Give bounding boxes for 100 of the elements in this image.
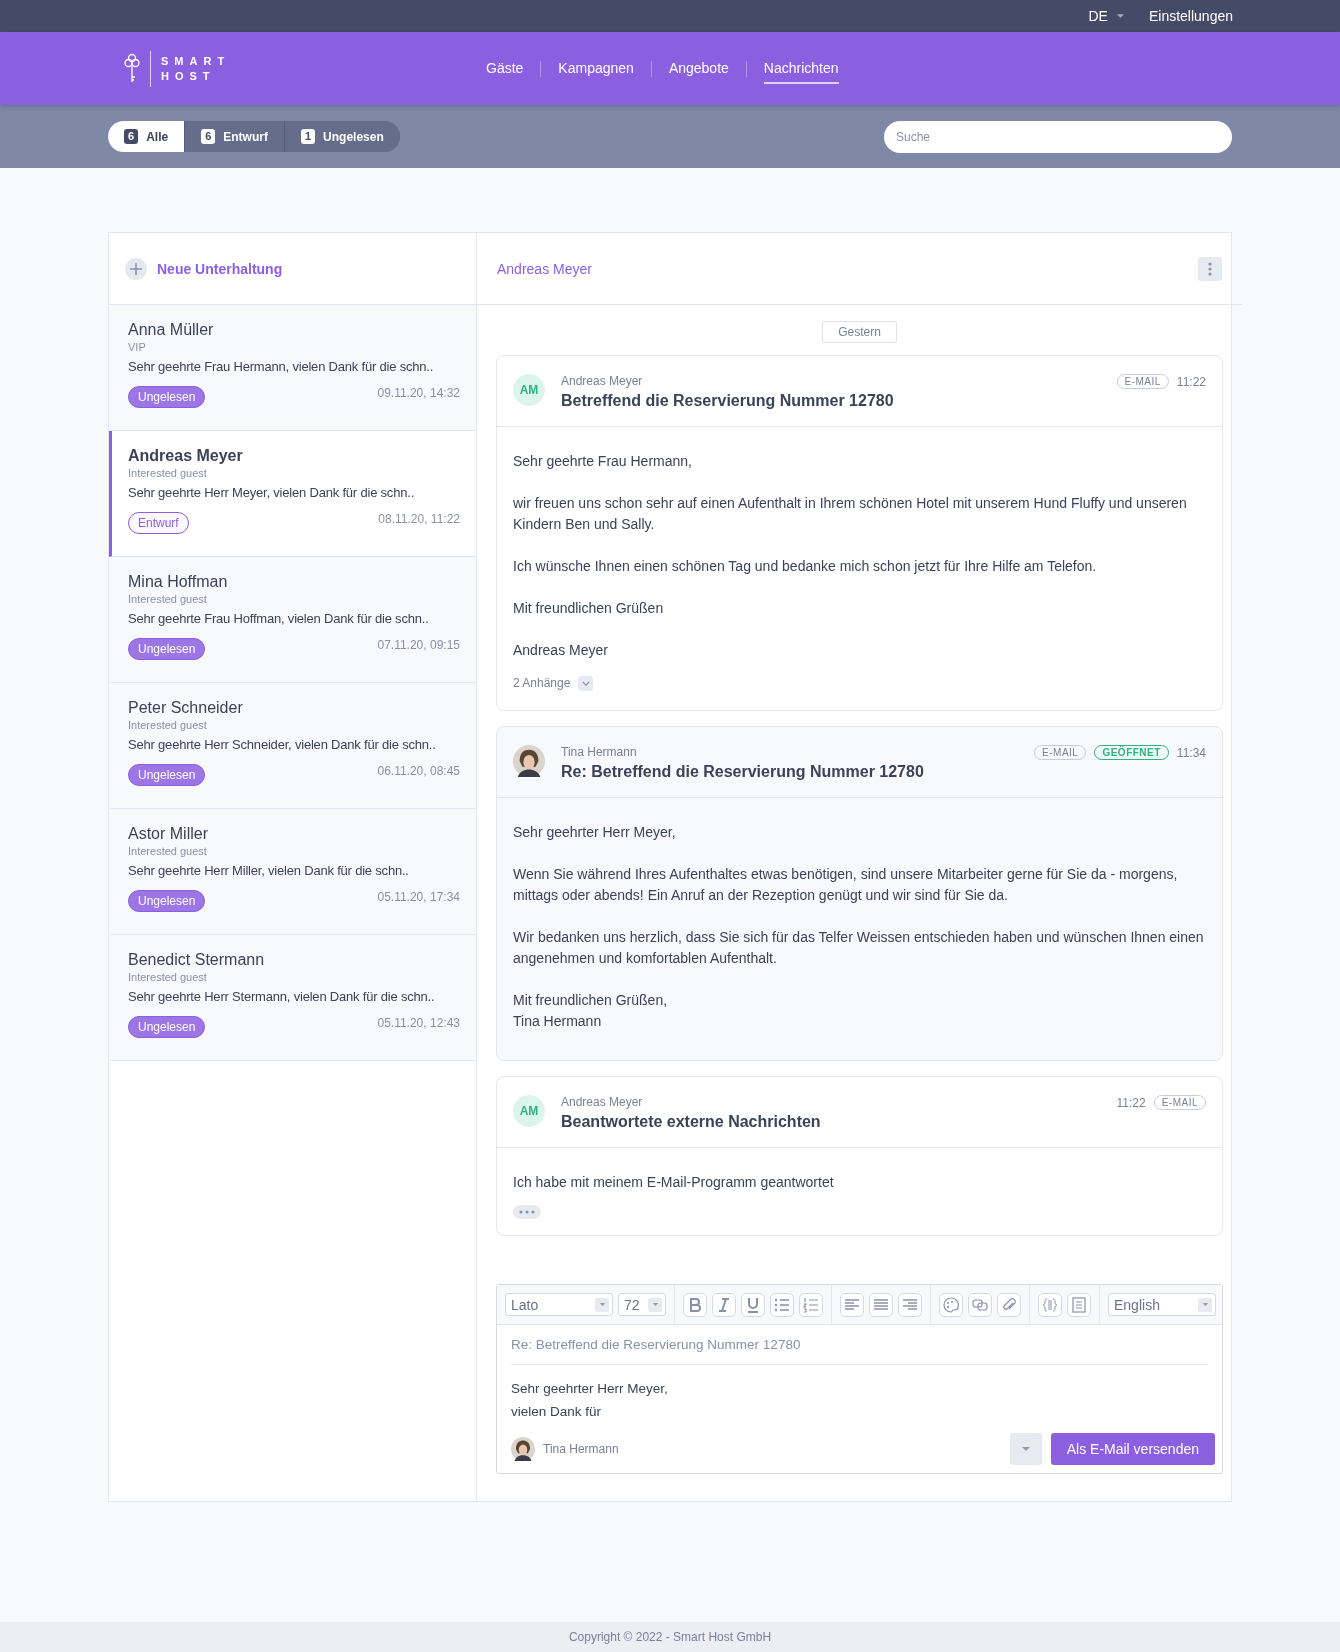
conversation-item[interactable]: Mina Hoffman Interested guest Sehr geehrte Frau Hoffman, vielen Dank für die schn.. Ungelesen 07.11.20, 09:15 [109, 557, 476, 683]
nav-tab[interactable]: Gäste [486, 53, 524, 84]
status-badge: Ungelesen [128, 638, 206, 660]
underline-icon[interactable] [741, 1292, 765, 1317]
new-conversation-link[interactable]: Neue Unterhaltung [157, 260, 283, 277]
message-paragraph: Sehr geehrte Frau Hermann, [513, 452, 693, 471]
key-icon [124, 52, 140, 85]
contact-name: Mina Hoffman [128, 573, 229, 591]
conversation-time: 09.11.20, 14:32 [377, 386, 460, 400]
contact-role: Interested guest [128, 467, 208, 479]
conversation-item[interactable]: Benedict Stermann Interested guest Sehr geehrte Herr Stermann, vielen Dank für die schn.. Ungelesen 05.11.20, 12:43 [109, 935, 476, 1061]
size-select[interactable]: 72 [618, 1293, 666, 1316]
language-dropdown[interactable]: DE [1088, 8, 1125, 24]
horizontal-dots-icon [518, 1210, 536, 1214]
message-paragraph: Ich wünsche Ihnen einen schönen Tag und bedanke mich schon jetzt für Ihre Hilfe am Telefon. [513, 557, 1098, 576]
attachments-label: 2 Anhänge [513, 675, 571, 692]
braces-icon[interactable] [1038, 1292, 1062, 1317]
palette-icon[interactable] [939, 1292, 963, 1317]
message-paragraph: wir freuen uns schon sehr auf einen Aufenthalt in Ihrem schönen Hotel mit unserem Hund Fluffy und unseren Kindern Ben und Sally. [513, 494, 1188, 534]
message-subject: Re: Betreffend die Reservierung Nummer 12780 [561, 763, 925, 781]
message-preview: Sehr geehrte Frau Hermann, vielen Dank für die schn.. [128, 359, 435, 374]
caret-icon [598, 1302, 606, 1307]
filter-tab[interactable]: 6 Alle [108, 121, 185, 152]
vertical-dots-icon [1208, 261, 1212, 276]
align-left-icon[interactable] [840, 1292, 864, 1317]
conversation-item[interactable]: Andreas Meyer Interested guest Sehr geehrte Herr Meyer, vielen Dank für die schn.. Entwurf 08.11.20, 11:22 [109, 431, 476, 557]
message-preview: Sehr geehrte Herr Stermann, vielen Dank für die schn.. [128, 989, 436, 1004]
expand-button[interactable] [578, 676, 594, 691]
thread-title: Andreas Meyer [497, 260, 592, 277]
contact-name: Peter Schneider [128, 699, 244, 717]
contact-name: Andreas Meyer [128, 447, 244, 465]
avatar: AM [513, 374, 545, 406]
plus-icon[interactable] [125, 257, 147, 280]
conversation-time: 07.11.20, 09:15 [377, 638, 460, 652]
caret-icon [1201, 1302, 1209, 1307]
status-badge: Ungelesen [128, 386, 206, 408]
message-preview: Sehr geehrte Herr Miller, vielen Dank für die schn.. [128, 863, 410, 878]
message-time: 11:22 [1176, 374, 1206, 389]
contact-role: Interested guest [128, 719, 208, 731]
align-right-icon[interactable] [898, 1292, 922, 1317]
message-paragraph: Wir bedanken uns herzlich, dass Sie sich für das Telfer Weissen entschieden haben und wünschen Ihnen einen angenehmen und komfortablen Aufenthalt. [513, 928, 1205, 968]
sender-name: Andreas Meyer [561, 374, 644, 388]
document-icon[interactable] [1067, 1292, 1091, 1317]
caret-icon [651, 1302, 659, 1307]
align-justify-icon[interactable] [869, 1292, 893, 1317]
conversation-time: 06.11.20, 08:45 [377, 764, 460, 778]
message-paragraph: Mit freundlichen Grüßen, Tina Hermann [513, 991, 669, 1031]
nav-tab[interactable]: Kampagnen [558, 53, 634, 84]
conversation-item[interactable]: Peter Schneider Interested guest Sehr geehrte Herr Schneider, vielen Dank für die schn.. Ungelesen 06.11.20, 08:45 [109, 683, 476, 809]
status-badge: Ungelesen [128, 1016, 206, 1038]
conversation-time: 05.11.20, 12:43 [377, 1016, 460, 1030]
status-badge: Entwurf [128, 512, 189, 534]
contact-name: Benedict Stermann [128, 951, 266, 969]
status-badge: Ungelesen [128, 764, 206, 786]
contact-role: Interested guest [128, 593, 208, 605]
conversation-item[interactable]: Anna Müller VIP Sehr geehrte Frau Hermann, vielen Dank für die schn.. Ungelesen 09.11.20, 14:32 [109, 305, 476, 431]
status-badge: GEÖFFNET [1094, 745, 1169, 760]
link-icon[interactable] [968, 1292, 992, 1317]
contact-role: Interested guest [128, 845, 208, 857]
message-paragraph: Wenn Sie während Ihres Aufenthaltes etwas benötigen, sind unsere Mitarbeiter gerne für Sie da - morgens, mittags oder abends! Ein Anruf an der Rezeption genügt und wir sind für Sie da. [513, 865, 1179, 905]
conversation-item[interactable]: Astor Miller Interested guest Sehr geehrte Herr Miller, vielen Dank für die schn.. Ungelesen 05.11.20, 17:34 [109, 809, 476, 935]
message-paragraph: Mit freundlichen Grüßen [513, 599, 665, 618]
message-time: 11:34 [1176, 745, 1206, 760]
language-select[interactable]: English [1108, 1293, 1216, 1316]
nav-tab[interactable]: Angebote [668, 53, 729, 84]
contact-role: Interested guest [128, 971, 208, 983]
copyright-text: Copyright © 2022 - Smart Host GmbH [568, 1630, 772, 1644]
message-subject: Betreffend die Reservierung Nummer 12780 [561, 392, 895, 410]
conversation-time: 08.11.20, 11:22 [378, 512, 460, 526]
caret-icon [1020, 1446, 1031, 1452]
message-paragraph: Ich habe mit meinem E-Mail-Programm geantwortet [513, 1173, 835, 1192]
send-button[interactable]: Als E-Mail versenden [1050, 1433, 1215, 1465]
avatar: AM [513, 1095, 545, 1127]
message-paragraph: Andreas Meyer [513, 641, 609, 660]
contact-name: Anna Müller [128, 321, 215, 339]
author-name: Tina Hermann [543, 1442, 620, 1456]
bullet-list-icon[interactable] [770, 1292, 794, 1317]
logo-text: SMART HOST [161, 53, 231, 84]
filter-tab[interactable]: 1 Ungelesen [283, 121, 400, 152]
message-paragraph: Sehr geehrter Herr Meyer, [513, 823, 677, 842]
settings-link[interactable]: Einstellungen [1148, 8, 1233, 24]
message-editor[interactable]: Sehr geehrter Herr Meyer, vielen Dank für [511, 1365, 1208, 1429]
sender-name: Andreas Meyer [561, 1095, 644, 1109]
numbered-list-icon[interactable] [799, 1292, 823, 1317]
search-field[interactable]: Suche [884, 120, 1232, 153]
avatar [511, 1437, 535, 1461]
italic-icon[interactable] [712, 1292, 736, 1317]
message-time: 11:22 [1116, 1095, 1146, 1110]
contact-name: Astor Miller [128, 825, 209, 843]
more-button[interactable] [1198, 256, 1222, 281]
message-preview: Sehr geehrte Herr Meyer, vielen Dank für die schn.. [128, 485, 416, 500]
nav-tab[interactable]: Nachrichten [763, 53, 839, 84]
bold-icon[interactable] [683, 1292, 707, 1317]
font-select[interactable]: Lato [505, 1293, 613, 1316]
caret-icon [1115, 13, 1125, 19]
paperclip-icon[interactable] [997, 1292, 1021, 1317]
show-more-button[interactable] [513, 1205, 541, 1219]
contact-role: VIP [128, 341, 147, 353]
status-badge: Ungelesen [128, 890, 206, 912]
conversation-time: 05.11.20, 17:34 [377, 890, 460, 904]
